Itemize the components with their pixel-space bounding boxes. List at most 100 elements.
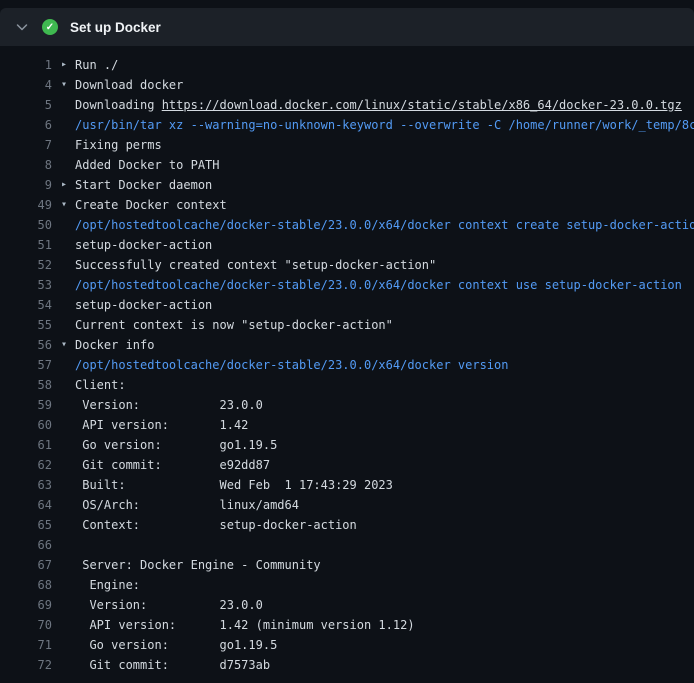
line-number[interactable]: 67 — [0, 555, 52, 575]
log-text: Run ./ — [75, 58, 118, 72]
log-text: OS/Arch: linux/amd64 — [75, 498, 299, 512]
line-number[interactable]: 56 — [0, 335, 52, 355]
log-line: 60 API version: 1.42 — [0, 415, 694, 435]
line-number[interactable]: 65 — [0, 515, 52, 535]
line-number[interactable]: 63 — [0, 475, 52, 495]
chevron-icon[interactable]: ▸ — [61, 55, 75, 75]
chevron-down-icon[interactable] — [14, 19, 30, 35]
log-text: Git commit: e92dd87 — [75, 458, 270, 472]
line-text: /opt/hostedtoolcache/docker-stable/23.0.… — [75, 355, 508, 375]
line-number[interactable]: 61 — [0, 435, 52, 455]
log-text: Docker info — [75, 338, 154, 352]
line-text: Current context is now "setup-docker-act… — [75, 315, 393, 335]
log-text: API version: 1.42 (minimum version 1.12) — [75, 618, 415, 632]
line-number[interactable]: 8 — [0, 155, 52, 175]
chevron-icon — [61, 275, 75, 295]
line-number[interactable]: 58 — [0, 375, 52, 395]
line-number[interactable]: 6 — [0, 115, 52, 135]
log-line: 69 Version: 23.0.0 — [0, 595, 694, 615]
line-number[interactable]: 51 — [0, 235, 52, 255]
log-text: Engine: — [75, 578, 140, 592]
line-number[interactable]: 1 — [0, 55, 52, 75]
log-line: 52 Successfully created context "setup-d… — [0, 255, 694, 275]
line-number[interactable]: 66 — [0, 535, 52, 555]
chevron-icon[interactable]: ▾ — [61, 195, 75, 215]
line-number[interactable]: 64 — [0, 495, 52, 515]
step-title: Set up Docker — [70, 20, 161, 35]
line-number[interactable]: 53 — [0, 275, 52, 295]
line-number[interactable]: 4 — [0, 75, 52, 95]
line-number[interactable]: 70 — [0, 615, 52, 635]
chevron-icon[interactable]: ▸ — [61, 175, 75, 195]
line-text: Download docker — [75, 75, 183, 95]
line-text: Docker info — [75, 335, 154, 355]
log-group-line[interactable]: 56 ▾ Docker info — [0, 335, 694, 355]
chevron-icon — [61, 315, 75, 335]
line-number[interactable]: 50 — [0, 215, 52, 235]
log-line: 6 /usr/bin/tar xz --warning=no-unknown-k… — [0, 115, 694, 135]
log-group-line[interactable]: 9 ▸ Start Docker daemon — [0, 175, 694, 195]
log-line: 51 setup-docker-action — [0, 235, 694, 255]
line-number[interactable]: 72 — [0, 655, 52, 675]
chevron-icon — [61, 155, 75, 175]
log-line: 63 Built: Wed Feb 1 17:43:29 2023 — [0, 475, 694, 495]
line-number[interactable]: 9 — [0, 175, 52, 195]
actions-log-viewer: ✓ Set up Docker 1 ▸ Run ./ 4 ▾ Download … — [0, 8, 694, 683]
line-number[interactable]: 60 — [0, 415, 52, 435]
log-group-line[interactable]: 49 ▾ Create Docker context — [0, 195, 694, 215]
line-number[interactable]: 59 — [0, 395, 52, 415]
log-link[interactable]: https://download.docker.com/linux/static… — [162, 98, 682, 112]
log-group-line[interactable]: 4 ▾ Download docker — [0, 75, 694, 95]
log-text: Client: — [75, 378, 126, 392]
line-text: Run ./ — [75, 55, 118, 75]
chevron-icon[interactable]: ▾ — [61, 335, 75, 355]
log-text: Built: Wed Feb 1 17:43:29 2023 — [75, 478, 393, 492]
log-line: 70 API version: 1.42 (minimum version 1.… — [0, 615, 694, 635]
log-group-line[interactable]: 1 ▸ Run ./ — [0, 55, 694, 75]
log-line: 53 /opt/hostedtoolcache/docker-stable/23… — [0, 275, 694, 295]
line-number[interactable]: 69 — [0, 595, 52, 615]
log-line: 7 Fixing perms — [0, 135, 694, 155]
log-text: /usr/bin/tar xz --warning=no-unknown-key… — [75, 118, 694, 132]
line-number[interactable]: 68 — [0, 575, 52, 595]
chevron-icon[interactable]: ▾ — [61, 75, 75, 95]
log-line: 66 — [0, 535, 694, 555]
log-line: 68 Engine: — [0, 575, 694, 595]
log-line: 67 Server: Docker Engine - Community — [0, 555, 694, 575]
chevron-icon — [61, 215, 75, 235]
log-line: 71 Go version: go1.19.5 — [0, 635, 694, 655]
line-number[interactable]: 57 — [0, 355, 52, 375]
line-number[interactable]: 5 — [0, 95, 52, 115]
line-text: Server: Docker Engine - Community — [75, 555, 321, 575]
log-line: 5 Downloading https://download.docker.co… — [0, 95, 694, 115]
step-header[interactable]: ✓ Set up Docker — [0, 8, 694, 46]
log-line: 55 Current context is now "setup-docker-… — [0, 315, 694, 335]
log-line: 8 Added Docker to PATH — [0, 155, 694, 175]
log-text: Create Docker context — [75, 198, 227, 212]
line-number[interactable]: 49 — [0, 195, 52, 215]
chevron-icon — [61, 415, 75, 435]
line-number[interactable]: 7 — [0, 135, 52, 155]
line-number[interactable]: 62 — [0, 455, 52, 475]
log-text: /opt/hostedtoolcache/docker-stable/23.0.… — [75, 278, 682, 292]
line-text: Fixing perms — [75, 135, 162, 155]
line-text: Start Docker daemon — [75, 175, 212, 195]
line-number[interactable]: 54 — [0, 295, 52, 315]
chevron-icon — [61, 495, 75, 515]
chevron-icon — [61, 535, 75, 555]
log-line: 64 OS/Arch: linux/amd64 — [0, 495, 694, 515]
log-text: setup-docker-action — [75, 298, 212, 312]
line-number[interactable]: 52 — [0, 255, 52, 275]
log-text: Added Docker to PATH — [75, 158, 220, 172]
line-number[interactable]: 71 — [0, 635, 52, 655]
line-number[interactable]: 55 — [0, 315, 52, 335]
log-text: Fixing perms — [75, 138, 162, 152]
success-check-icon: ✓ — [42, 19, 58, 35]
line-text: Go version: go1.19.5 — [75, 635, 277, 655]
chevron-icon — [61, 635, 75, 655]
chevron-icon — [61, 655, 75, 675]
chevron-icon — [61, 555, 75, 575]
log-line: 72 Git commit: d7573ab — [0, 655, 694, 675]
chevron-icon — [61, 115, 75, 135]
chevron-icon — [61, 515, 75, 535]
